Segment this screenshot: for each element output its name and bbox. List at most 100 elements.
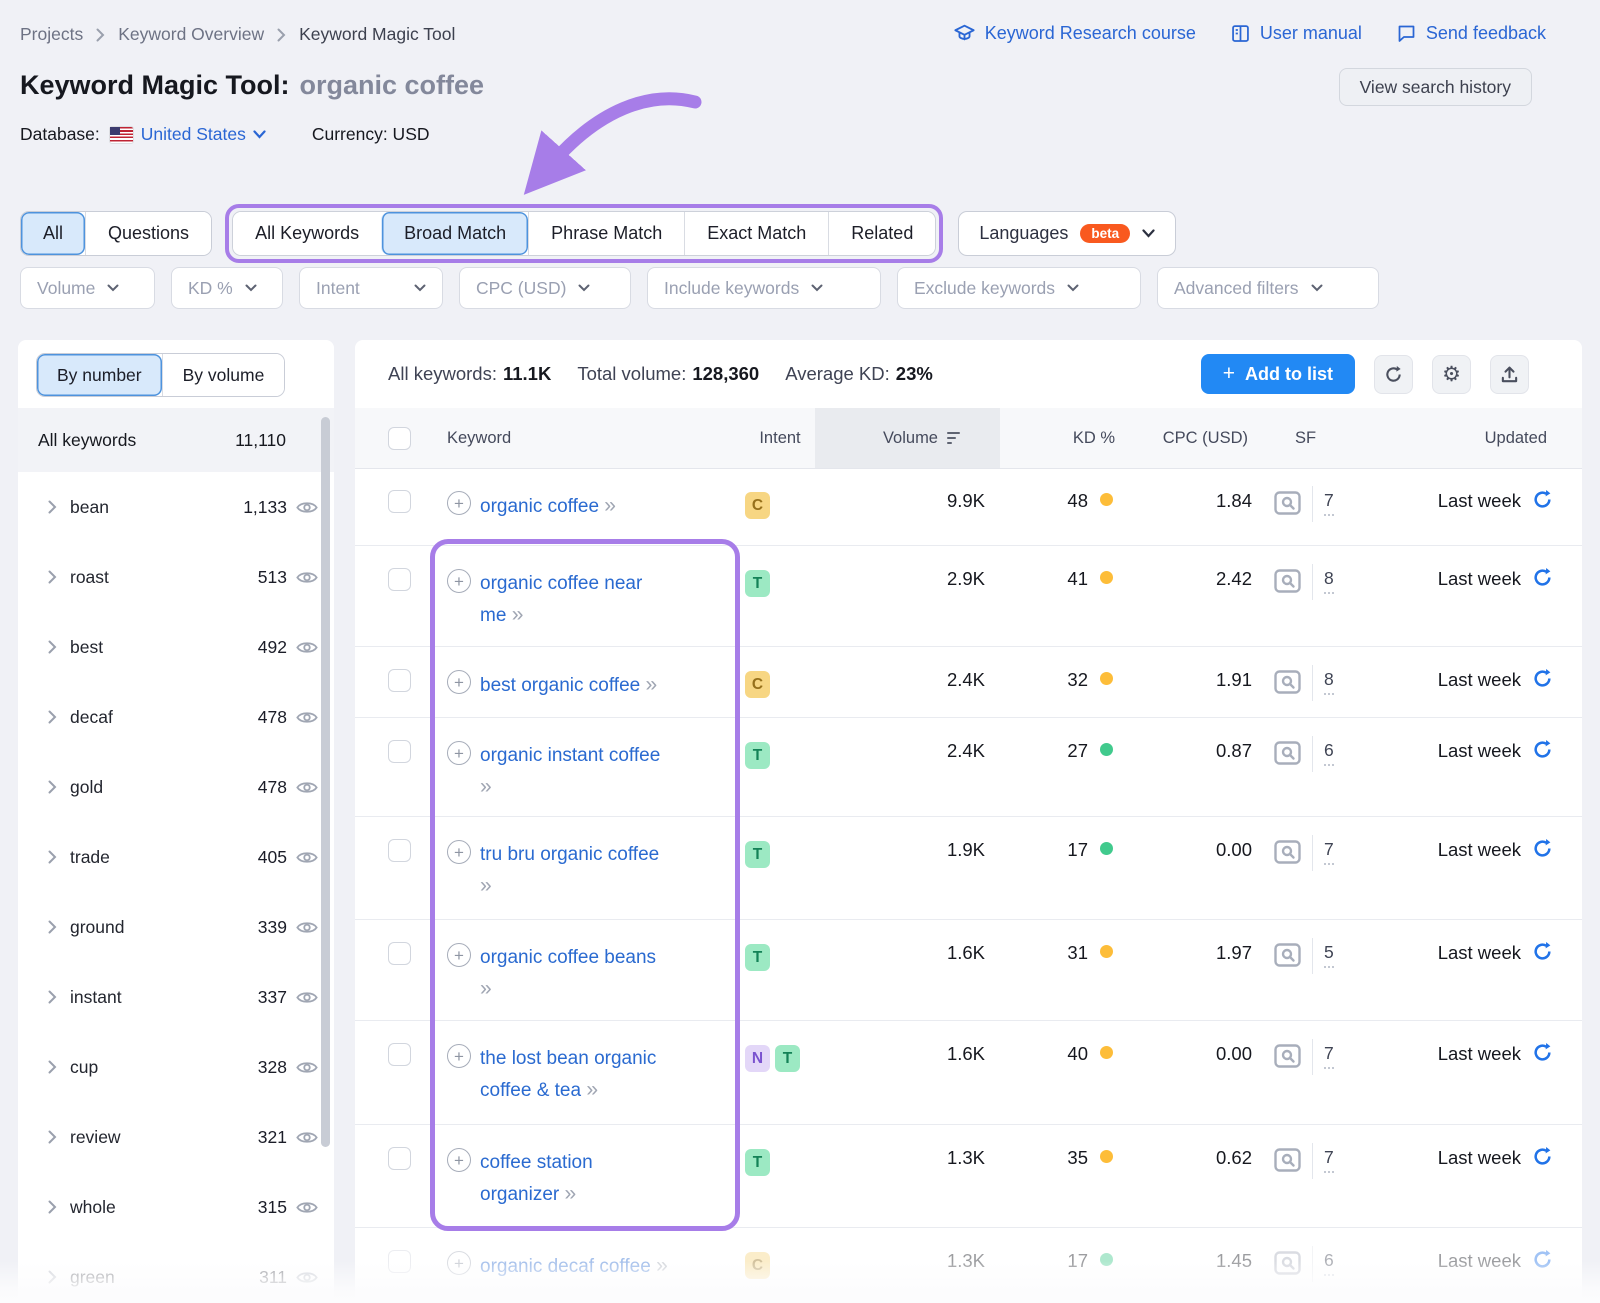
sf-count-link[interactable]: 6 bbox=[1324, 1250, 1334, 1276]
sf-count-link[interactable]: 8 bbox=[1324, 669, 1334, 695]
sidebar-item-trade[interactable]: trade 405 bbox=[18, 822, 334, 892]
filter-advanced[interactable]: Advanced filters bbox=[1157, 267, 1379, 309]
tab-phrase-match[interactable]: Phrase Match bbox=[528, 212, 685, 255]
expand-keyword-icon[interactable]: » bbox=[480, 977, 493, 1000]
keyword-link[interactable]: organic coffee near me bbox=[480, 573, 642, 626]
serp-features-icon[interactable] bbox=[1274, 1148, 1301, 1172]
refresh-metrics-icon[interactable] bbox=[1532, 1249, 1553, 1270]
breadcrumb-projects[interactable]: Projects bbox=[20, 24, 83, 45]
keyword-link[interactable]: organic coffee bbox=[480, 496, 599, 517]
sf-count-link[interactable]: 7 bbox=[1324, 490, 1334, 516]
add-keyword-icon[interactable]: + bbox=[447, 1251, 471, 1275]
serp-features-icon[interactable] bbox=[1274, 1044, 1301, 1068]
sf-count-link[interactable]: 7 bbox=[1324, 839, 1334, 865]
expand-keyword-icon[interactable]: » bbox=[512, 603, 525, 626]
filter-kd[interactable]: KD % bbox=[171, 267, 283, 309]
sidebar-item-green[interactable]: green 311 bbox=[18, 1242, 334, 1303]
select-all-checkbox[interactable] bbox=[388, 426, 411, 450]
sidebar-item-decaf[interactable]: decaf 478 bbox=[18, 682, 334, 752]
add-keyword-icon[interactable]: + bbox=[447, 943, 471, 967]
eye-icon[interactable] bbox=[296, 920, 318, 935]
add-keyword-icon[interactable]: + bbox=[447, 1148, 471, 1172]
keyword-link[interactable]: the lost bean organic coffee & tea bbox=[480, 1048, 656, 1101]
tab-questions[interactable]: Questions bbox=[85, 212, 212, 255]
sidebar-item-bean[interactable]: bean 1,133 bbox=[18, 472, 334, 542]
add-to-list-button[interactable]: + Add to list bbox=[1200, 354, 1355, 394]
sidebar-item-instant[interactable]: instant 337 bbox=[18, 962, 334, 1032]
eye-icon[interactable] bbox=[296, 500, 318, 515]
row-checkbox[interactable] bbox=[388, 1147, 411, 1170]
add-keyword-icon[interactable]: + bbox=[447, 741, 471, 765]
expand-keyword-icon[interactable]: » bbox=[480, 874, 493, 897]
sf-count-link[interactable]: 5 bbox=[1324, 942, 1334, 968]
row-checkbox[interactable] bbox=[388, 1043, 411, 1066]
tab-all[interactable]: All bbox=[21, 212, 86, 255]
keyword-link[interactable]: organic coffee beans bbox=[480, 947, 656, 968]
languages-dropdown[interactable]: Languages beta bbox=[958, 211, 1177, 256]
expand-keyword-icon[interactable]: » bbox=[604, 494, 617, 517]
expand-keyword-icon[interactable]: » bbox=[480, 775, 493, 798]
eye-icon[interactable] bbox=[296, 710, 318, 725]
expand-keyword-icon[interactable]: » bbox=[645, 673, 658, 696]
refresh-metrics-icon[interactable] bbox=[1532, 838, 1553, 859]
row-checkbox[interactable] bbox=[388, 490, 411, 513]
serp-features-icon[interactable] bbox=[1274, 943, 1301, 967]
settings-button[interactable]: ⚙ bbox=[1432, 354, 1471, 394]
filter-intent[interactable]: Intent bbox=[299, 267, 443, 309]
keyword-link[interactable]: best organic coffee bbox=[480, 675, 640, 696]
column-header-kd[interactable]: KD % bbox=[1000, 408, 1137, 468]
eye-icon[interactable] bbox=[296, 640, 318, 655]
column-header-updated[interactable]: Updated bbox=[1353, 408, 1582, 468]
keyword-research-course-link[interactable]: Keyword Research course bbox=[953, 22, 1196, 44]
add-keyword-icon[interactable]: + bbox=[447, 840, 471, 864]
refresh-metrics-icon[interactable] bbox=[1532, 567, 1553, 588]
eye-icon[interactable] bbox=[296, 1060, 318, 1075]
refresh-metrics-icon[interactable] bbox=[1532, 739, 1553, 760]
breadcrumb-keyword-overview[interactable]: Keyword Overview bbox=[118, 24, 264, 45]
add-keyword-icon[interactable]: + bbox=[447, 1044, 471, 1068]
tab-broad-match[interactable]: Broad Match bbox=[381, 212, 529, 255]
column-header-keyword[interactable]: Keyword bbox=[425, 408, 745, 468]
sidebar-all-keywords-row[interactable]: All keywords 11,110 bbox=[18, 408, 334, 472]
eye-icon[interactable] bbox=[296, 1200, 318, 1215]
serp-features-icon[interactable] bbox=[1274, 670, 1301, 694]
refresh-metrics-icon[interactable] bbox=[1532, 1042, 1553, 1063]
view-search-history-button[interactable]: View search history bbox=[1338, 68, 1532, 106]
serp-features-icon[interactable] bbox=[1274, 491, 1301, 515]
sidebar-scrollbar[interactable] bbox=[321, 417, 330, 1147]
eye-icon[interactable] bbox=[296, 990, 318, 1005]
tab-related[interactable]: Related bbox=[828, 212, 936, 255]
add-keyword-icon[interactable]: + bbox=[447, 670, 471, 694]
row-checkbox[interactable] bbox=[388, 839, 411, 862]
expand-keyword-icon[interactable]: » bbox=[586, 1078, 599, 1101]
toggle-by-number[interactable]: By number bbox=[37, 354, 162, 396]
keyword-link[interactable]: organic decaf coffee bbox=[480, 1256, 651, 1277]
keyword-link[interactable]: organic instant coffee bbox=[480, 745, 660, 766]
refresh-metrics-icon[interactable] bbox=[1532, 1146, 1553, 1167]
keyword-link[interactable]: tru bru organic coffee bbox=[480, 844, 659, 865]
add-keyword-icon[interactable]: + bbox=[447, 569, 471, 593]
row-checkbox[interactable] bbox=[388, 568, 411, 591]
database-selector[interactable]: United States bbox=[141, 124, 266, 145]
serp-features-icon[interactable] bbox=[1274, 569, 1301, 593]
toggle-by-volume[interactable]: By volume bbox=[161, 354, 285, 396]
expand-keyword-icon[interactable]: » bbox=[565, 1182, 578, 1205]
sidebar-item-cup[interactable]: cup 328 bbox=[18, 1032, 334, 1102]
add-keyword-icon[interactable]: + bbox=[447, 491, 471, 515]
export-button[interactable] bbox=[1490, 354, 1529, 394]
eye-icon[interactable] bbox=[296, 1130, 318, 1145]
refresh-metrics-icon[interactable] bbox=[1532, 489, 1553, 510]
eye-icon[interactable] bbox=[296, 1270, 318, 1285]
tab-all-keywords[interactable]: All Keywords bbox=[233, 212, 382, 255]
column-header-intent[interactable]: Intent bbox=[745, 408, 815, 468]
sf-count-link[interactable]: 6 bbox=[1324, 740, 1334, 766]
column-header-sf[interactable]: SF bbox=[1262, 408, 1353, 468]
refresh-button[interactable] bbox=[1374, 354, 1413, 394]
expand-keyword-icon[interactable]: » bbox=[656, 1254, 669, 1277]
sidebar-item-whole[interactable]: whole 315 bbox=[18, 1172, 334, 1242]
filter-cpc[interactable]: CPC (USD) bbox=[459, 267, 631, 309]
sidebar-item-roast[interactable]: roast 513 bbox=[18, 542, 334, 612]
filter-volume[interactable]: Volume bbox=[20, 267, 155, 309]
sidebar-item-review[interactable]: review 321 bbox=[18, 1102, 334, 1172]
sf-count-link[interactable]: 7 bbox=[1324, 1147, 1334, 1173]
